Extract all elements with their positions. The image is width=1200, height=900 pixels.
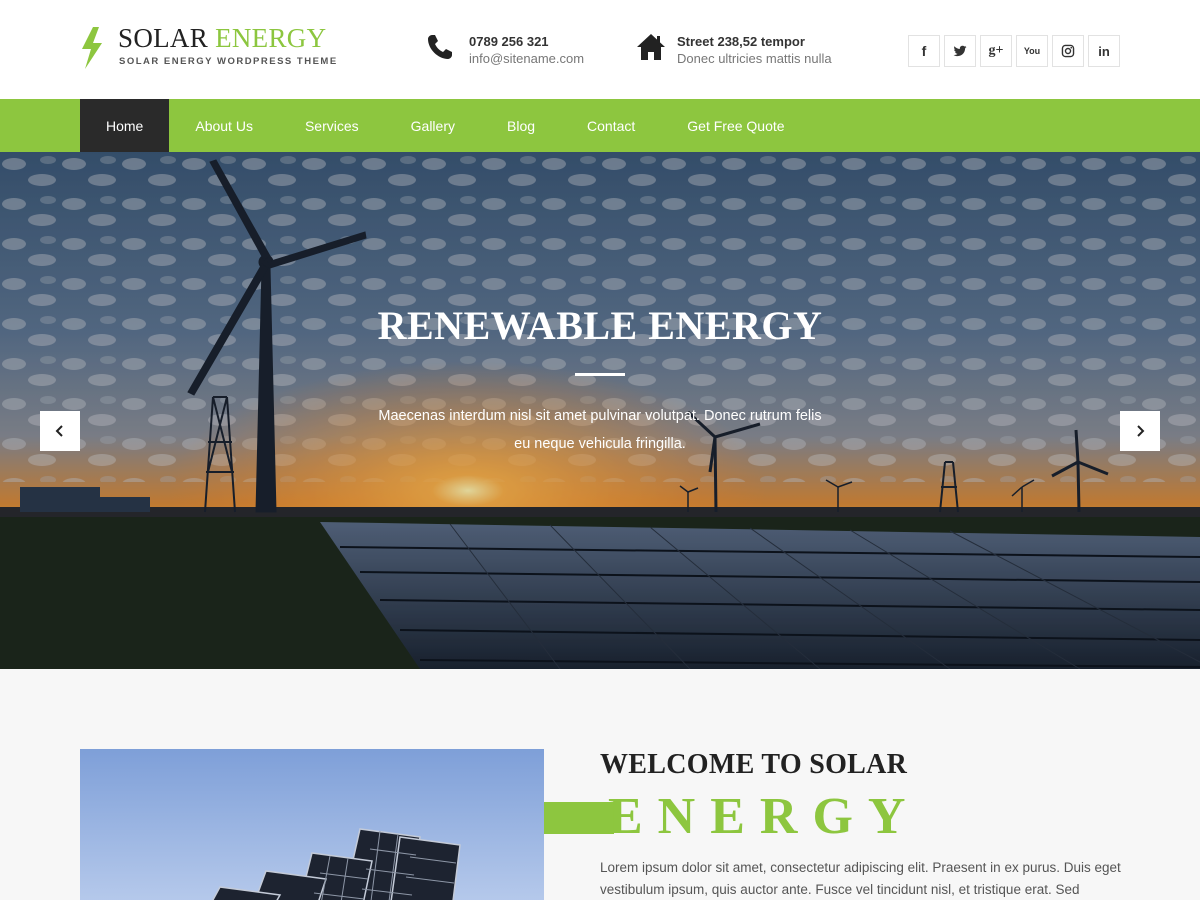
google-plus-icon[interactable]: g+ <box>980 35 1012 67</box>
nav-item-blog[interactable]: Blog <box>481 99 561 152</box>
hero-slider: RENEWABLE ENERGY Maecenas interdum nisl … <box>0 152 1200 669</box>
contact-phone: 0789 256 321 info@sitename.com <box>425 32 605 72</box>
chevron-right-icon <box>1137 425 1145 437</box>
contact-email[interactable]: info@sitename.com <box>469 51 584 66</box>
lightning-bolt-icon <box>82 27 102 69</box>
phone-icon <box>428 35 452 59</box>
address-city: Donec ultricies mattis nulla <box>677 51 832 66</box>
nav-item-get-free-quote[interactable]: Get Free Quote <box>661 99 810 152</box>
welcome-description: Lorem ipsum dolor sit amet, consectetur … <box>600 860 1121 897</box>
welcome-accent-bar <box>544 802 614 834</box>
welcome-title: WELCOME TO SOLAR <box>600 749 908 780</box>
nav-item-services[interactable]: Services <box>279 99 385 152</box>
phone-number[interactable]: 0789 256 321 <box>469 34 549 49</box>
solar-panels-image <box>80 749 544 900</box>
site-logo[interactable]: SOLAR ENERGY SOLAR ENERGY WORDPRESS THEM… <box>80 24 336 70</box>
nav-item-home[interactable]: Home <box>80 99 170 152</box>
nav-item-gallery[interactable]: Gallery <box>385 99 481 152</box>
welcome-highlight: ENERGY <box>608 788 921 845</box>
chevron-left-icon <box>55 425 63 437</box>
social-links: f g+ You in <box>908 35 1120 67</box>
site-title: SOLAR ENERGY <box>118 23 327 53</box>
nav-list: Home About Us Services Gallery Blog Contact Ge… <box>80 99 811 152</box>
site-header: SOLAR ENERGY SOLAR ENERGY WORDPRESS THEM… <box>0 0 1200 99</box>
linkedin-icon[interactable]: in <box>1088 35 1120 67</box>
home-icon <box>637 34 665 60</box>
facebook-icon[interactable]: f <box>908 35 940 67</box>
hero-divider <box>575 373 625 376</box>
slider-next-button[interactable] <box>1120 411 1160 451</box>
address-street: Street 238,52 tempor <box>677 34 805 49</box>
nav-item-contact[interactable]: Contact <box>561 99 661 152</box>
hero-title: RENEWABLE ENERGY <box>377 303 823 348</box>
youtube-icon[interactable]: You <box>1016 35 1048 67</box>
twitter-icon[interactable] <box>944 35 976 67</box>
main-navigation: Home About Us Services Gallery Blog Contact Ge… <box>0 99 1200 152</box>
instagram-icon[interactable] <box>1052 35 1084 67</box>
contact-address: Street 238,52 tempor Donec ultricies mat… <box>636 32 856 72</box>
site-tagline: SOLAR ENERGY WORDPRESS THEME <box>119 56 338 67</box>
hero-description: Maecenas interdum nisl sit amet pulvinar… <box>378 408 822 452</box>
nav-item-about-us[interactable]: About Us <box>169 99 279 152</box>
welcome-section: WELCOME TO SOLAR ENERGY Lorem ipsum dolo… <box>0 669 1200 900</box>
slider-prev-button[interactable] <box>40 411 80 451</box>
